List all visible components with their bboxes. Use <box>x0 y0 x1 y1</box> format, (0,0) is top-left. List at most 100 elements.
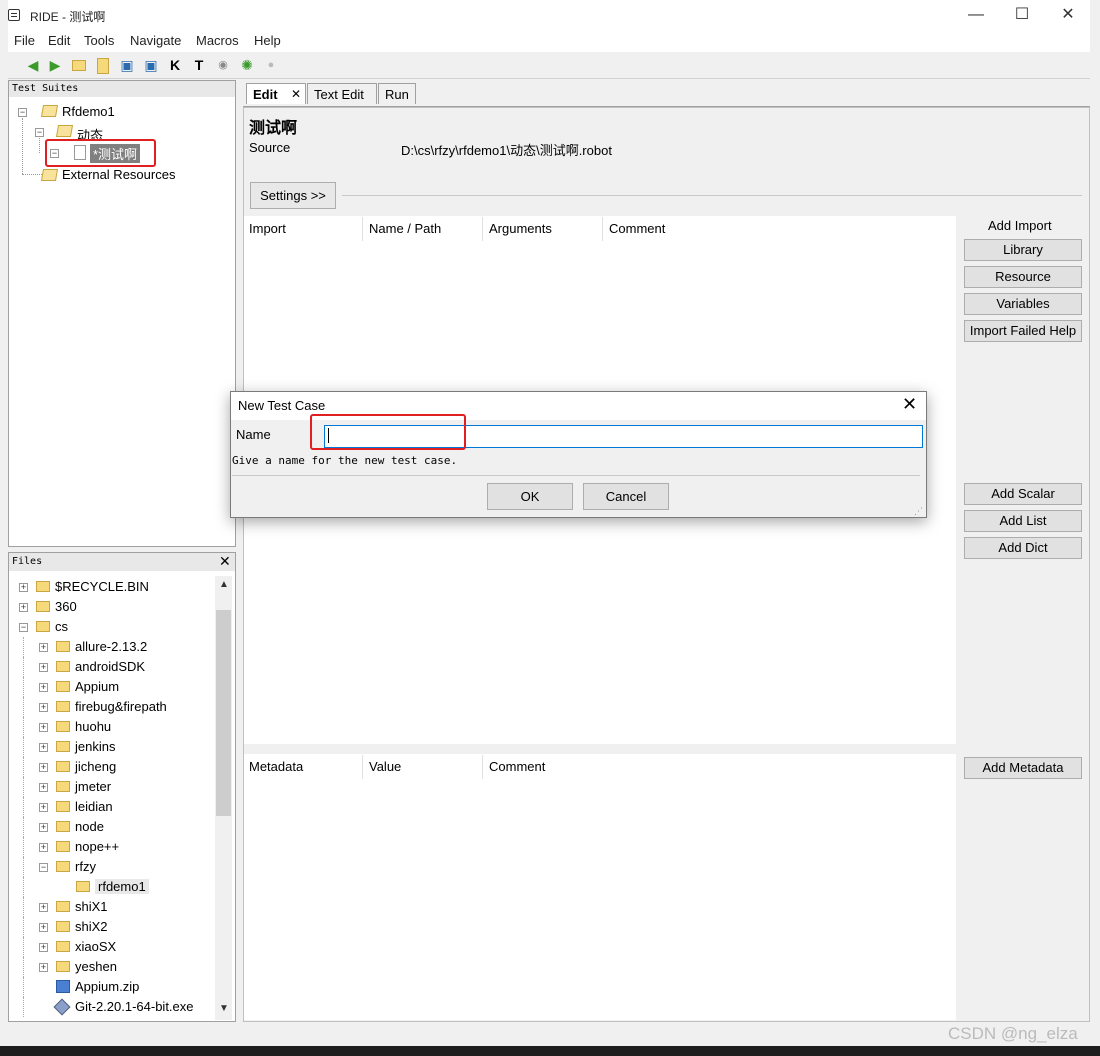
expand-icon[interactable]: + <box>39 843 48 852</box>
expand-icon[interactable]: + <box>39 703 48 712</box>
file-tree-item[interactable]: rfdemo1 <box>16 877 214 897</box>
expand-icon[interactable]: + <box>39 643 48 652</box>
file-tree-item[interactable]: + firebug&firepath <box>16 697 214 717</box>
add-dict-button[interactable]: Add Dict <box>964 537 1082 559</box>
resource-button[interactable]: Resource <box>964 266 1082 288</box>
expand-icon[interactable]: + <box>39 663 48 672</box>
file-tree-item[interactable]: + node <box>16 817 214 837</box>
collapse-icon[interactable]: − <box>39 863 48 872</box>
run-icon[interactable]: ◉ <box>214 56 232 74</box>
new-file-icon[interactable] <box>94 56 112 74</box>
expand-icon[interactable]: + <box>19 603 28 612</box>
bug-icon[interactable]: ✺ <box>238 56 256 74</box>
expand-icon[interactable]: + <box>39 783 48 792</box>
file-tree-item[interactable]: + allure-2.13.2 <box>16 637 214 657</box>
scroll-down-icon[interactable]: ▼ <box>219 1003 229 1014</box>
expand-icon[interactable]: + <box>39 763 48 772</box>
scroll-thumb[interactable] <box>216 610 231 816</box>
expand-icon[interactable]: + <box>39 923 48 932</box>
menu-macros[interactable]: Macros <box>196 33 239 48</box>
file-tree-label: shiX2 <box>75 919 108 934</box>
open-dir-icon[interactable]: ▣ <box>142 56 160 74</box>
folder-icon <box>56 961 70 972</box>
file-tree-item[interactable]: + xiaoSX <box>16 937 214 957</box>
open-folder-icon[interactable] <box>70 56 88 74</box>
tab-text-edit[interactable]: Text Edit <box>307 83 377 104</box>
forward-arrow-icon[interactable]: ▶ <box>46 56 64 74</box>
metadata-table[interactable] <box>244 754 956 1020</box>
file-tree-item[interactable]: + jenkins <box>16 737 214 757</box>
import-failed-help-button[interactable]: Import Failed Help <box>964 320 1082 342</box>
collapse-icon[interactable]: − <box>19 623 28 632</box>
file-tree-item[interactable]: − rfzy <box>16 857 214 877</box>
file-tree-item[interactable]: + nope++ <box>16 837 214 857</box>
collapse-icon[interactable]: − <box>35 128 44 137</box>
test-search-icon[interactable]: T <box>190 56 208 74</box>
file-tree-item[interactable]: Appium.zip <box>16 977 214 997</box>
file-tree-item[interactable]: + shiX2 <box>16 917 214 937</box>
dialog-close-icon[interactable]: ✕ <box>902 395 917 413</box>
folder-open-icon <box>40 105 59 117</box>
expand-icon[interactable]: + <box>39 743 48 752</box>
tab-run[interactable]: Run <box>378 83 416 104</box>
expand-icon[interactable]: + <box>39 723 48 732</box>
tab-close-icon[interactable]: ✕ <box>291 84 301 105</box>
expand-icon[interactable]: + <box>39 943 48 952</box>
menu-help[interactable]: Help <box>254 33 281 48</box>
add-scalar-button[interactable]: Add Scalar <box>964 483 1082 505</box>
ok-button[interactable]: OK <box>487 483 573 510</box>
folder-icon <box>36 601 50 612</box>
menu-tools[interactable]: Tools <box>84 33 114 48</box>
library-button[interactable]: Library <box>964 239 1082 261</box>
tree-root-rfdemo1[interactable]: Rfdemo1 <box>62 104 115 119</box>
file-tree-item[interactable]: + shiX1 <box>16 897 214 917</box>
metadata-col-comment: Comment <box>489 759 546 774</box>
file-tree-item[interactable]: + jicheng <box>16 757 214 777</box>
zip-file-icon <box>56 980 70 993</box>
add-metadata-button[interactable]: Add Metadata <box>964 757 1082 779</box>
files-close-icon[interactable]: ✕ <box>219 554 231 568</box>
cancel-button[interactable]: Cancel <box>583 483 669 510</box>
file-tree-label: Git-2.20.1-64-bit.exe <box>75 999 194 1014</box>
expand-icon[interactable]: + <box>39 903 48 912</box>
maximize-button[interactable]: ☐ <box>999 4 1045 28</box>
expand-icon[interactable]: + <box>39 683 48 692</box>
resize-grip-icon[interactable]: ⋰ <box>914 506 923 517</box>
scroll-up-icon[interactable]: ▲ <box>219 579 229 590</box>
add-list-button[interactable]: Add List <box>964 510 1082 532</box>
open-suite-icon[interactable]: ▣ <box>118 56 136 74</box>
expand-icon[interactable]: + <box>39 963 48 972</box>
tree-external-resources[interactable]: External Resources <box>62 167 175 182</box>
expand-icon[interactable]: + <box>19 583 28 592</box>
file-tree-item[interactable]: + jmeter <box>16 777 214 797</box>
file-tree-item[interactable]: + androidSDK <box>16 657 214 677</box>
add-import-label: Add Import <box>988 218 1052 233</box>
variables-button[interactable]: Variables <box>964 293 1082 315</box>
file-tree-item[interactable]: + yeshen <box>16 957 214 977</box>
menu-file[interactable]: File <box>14 33 35 48</box>
menu-navigate[interactable]: Navigate <box>130 33 181 48</box>
file-tree-label: Appium.zip <box>75 979 140 994</box>
tab-edit[interactable]: Edit ✕ <box>246 83 306 104</box>
settings-button[interactable]: Settings >> <box>250 182 336 209</box>
keyword-search-icon[interactable]: K <box>166 56 184 74</box>
stop-icon[interactable]: ● <box>262 56 280 74</box>
file-tree-label: $RECYCLE.BIN <box>55 579 149 594</box>
file-tree-item[interactable]: +360 <box>16 597 214 617</box>
file-tree-item[interactable]: Git-2.20.1-64-bit.exe <box>16 997 214 1017</box>
file-tree-label: shiX1 <box>75 899 108 914</box>
file-tree-item[interactable]: − cs <box>16 617 214 637</box>
file-tree-item[interactable]: + $RECYCLE.BIN <box>16 577 214 597</box>
collapse-icon[interactable]: − <box>18 108 27 117</box>
menu-edit[interactable]: Edit <box>48 33 70 48</box>
file-tree-item[interactable]: + leidian <box>16 797 214 817</box>
back-arrow-icon[interactable]: ◀ <box>24 56 42 74</box>
file-tree-label: 360 <box>55 599 77 614</box>
expand-icon[interactable]: + <box>39 803 48 812</box>
expand-icon[interactable]: + <box>39 823 48 832</box>
close-window-button[interactable]: ✕ <box>1045 4 1091 28</box>
file-tree-item[interactable]: + Appium <box>16 677 214 697</box>
minimize-button[interactable]: — <box>953 4 999 28</box>
source-path: D:\cs\rfzy\rfdemo1\动态\测试啊.robot <box>401 143 612 158</box>
file-tree-item[interactable]: + huohu <box>16 717 214 737</box>
